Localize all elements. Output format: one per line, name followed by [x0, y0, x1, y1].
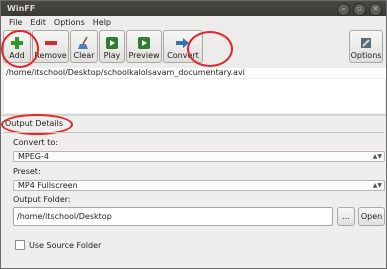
preset-label: Preset:	[13, 167, 41, 176]
tab-output-details[interactable]: Output Details	[5, 119, 63, 128]
file-list-item[interactable]: /home/itschool/Desktop/schoolkalolsavam_…	[4, 68, 386, 78]
preview-icon	[138, 37, 150, 49]
preset-select[interactable]: MP4 Fullscreen ▲▼	[13, 180, 385, 191]
use-source-folder-row[interactable]: Use Source Folder	[15, 240, 101, 250]
output-folder-label: Output Folder:	[13, 195, 71, 204]
details-divider	[3, 132, 384, 133]
convert-label: Convert	[167, 51, 199, 60]
close-icon[interactable]: ✕	[369, 3, 382, 16]
output-details-panel: Output Details Convert to: MPEG-4 ▲▼ Pre…	[1, 114, 386, 268]
browse-button[interactable]: ...	[337, 207, 355, 226]
minus-icon	[44, 41, 57, 45]
play-label: Play	[103, 51, 121, 60]
title-bar: WinFF – ▫ ✕	[1, 1, 386, 16]
remove-button[interactable]: Remove	[32, 30, 69, 63]
winff-window: WinFF – ▫ ✕ File Edit Options Help Add R…	[0, 0, 387, 269]
convert-to-label: Convert to:	[13, 138, 58, 147]
file-list[interactable]	[4, 79, 385, 113]
menu-edit[interactable]: Edit	[26, 18, 50, 27]
open-button[interactable]: Open	[358, 207, 385, 226]
plus-icon	[11, 37, 23, 49]
updown-arrow-icon: ▲▼	[372, 153, 382, 160]
window-title: WinFF	[7, 4, 36, 13]
menu-help[interactable]: Help	[89, 18, 115, 27]
menu-file[interactable]: File	[5, 18, 26, 27]
use-source-folder-checkbox[interactable]	[15, 240, 25, 250]
maximize-icon[interactable]: ▫	[353, 3, 366, 16]
play-icon	[106, 37, 118, 49]
window-controls: – ▫ ✕	[337, 3, 382, 16]
remove-label: Remove	[34, 51, 67, 60]
convert-to-value: MPEG-4	[18, 152, 49, 161]
use-source-folder-label: Use Source Folder	[29, 240, 102, 250]
add-label: Add	[9, 51, 25, 60]
convert-to-select[interactable]: MPEG-4 ▲▼	[13, 151, 385, 162]
clear-label: Clear	[73, 51, 95, 60]
clear-button[interactable]: Clear	[70, 30, 98, 63]
options-label: Options	[350, 51, 382, 60]
play-button[interactable]: Play	[99, 30, 125, 63]
settings-icon	[361, 38, 371, 48]
add-button[interactable]: Add	[3, 30, 31, 63]
broom-icon	[78, 36, 88, 49]
minimize-icon[interactable]: –	[337, 3, 350, 16]
preview-button[interactable]: Preview	[126, 30, 162, 63]
preset-value: MP4 Fullscreen	[18, 181, 78, 190]
toolbar: Add Remove Clear Play Preview Convert Op…	[1, 29, 386, 67]
convert-button[interactable]: Convert	[163, 30, 203, 63]
options-button[interactable]: Options	[349, 30, 383, 63]
updown-arrow-icon: ▲▼	[372, 182, 382, 189]
menu-bar: File Edit Options Help	[1, 16, 386, 29]
output-folder-field[interactable]: /home/itschool/Desktop	[13, 207, 333, 226]
convert-icon	[176, 38, 189, 48]
preview-label: Preview	[128, 51, 160, 60]
menu-options[interactable]: Options	[50, 18, 89, 27]
